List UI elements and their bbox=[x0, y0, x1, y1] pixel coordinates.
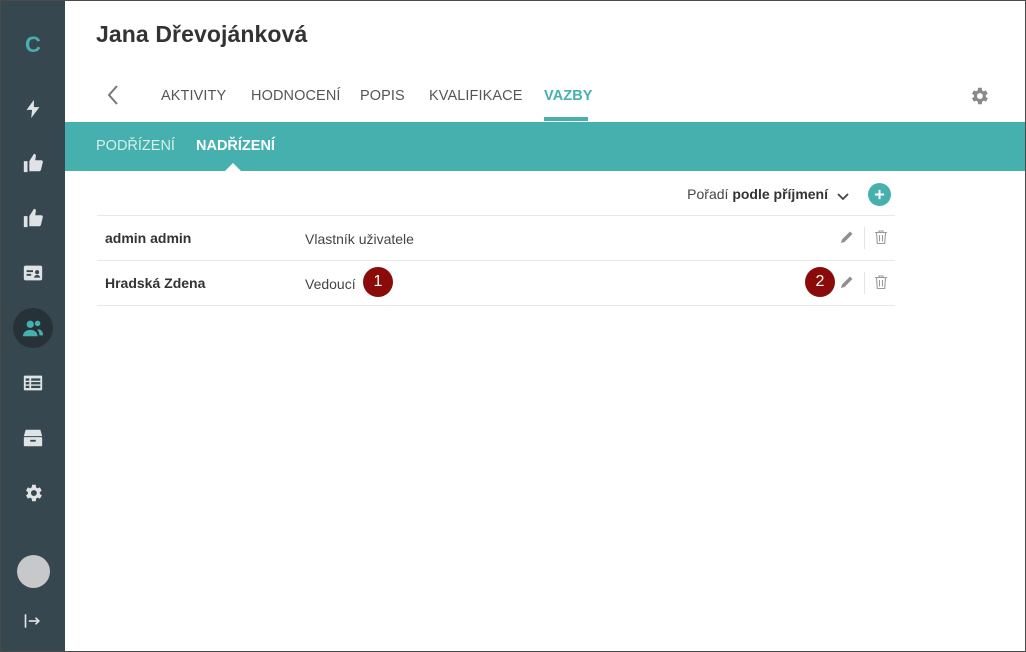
table-row: admin admin Vlastník uživatele bbox=[97, 215, 895, 260]
tab-bar: AKTIVITY HODNOCENÍ POPIS KVALIFIKACE VAZ… bbox=[65, 79, 1025, 121]
main-content: Jana Dřevojánková AKTIVITY HODNOCENÍ POP… bbox=[65, 1, 1025, 651]
app-logo[interactable]: C bbox=[1, 31, 65, 59]
row-name: Hradská Zdena bbox=[105, 275, 206, 291]
sort-value: podle příjmení bbox=[732, 186, 828, 202]
subtab-podrizeni[interactable]: PODŘÍZENÍ bbox=[96, 138, 175, 154]
pencil-icon[interactable] bbox=[839, 274, 855, 290]
chevron-down-icon[interactable] bbox=[837, 189, 849, 201]
trash-icon[interactable] bbox=[874, 229, 888, 245]
active-tab-indicator bbox=[544, 117, 588, 121]
table-row: Hradská Zdena Vedoucí 1 2 bbox=[97, 260, 895, 306]
relations-table: admin admin Vlastník uživatele Hradská Z… bbox=[97, 215, 895, 306]
subtab-bar: PODŘÍZENÍ NADŘÍZENÍ bbox=[65, 122, 1025, 171]
app-window: C Jana Dřevojánková AKTIVITY HODNOCENÍ P… bbox=[0, 0, 1026, 652]
thumbs-up-icon[interactable] bbox=[13, 198, 53, 238]
row-name: admin admin bbox=[105, 230, 192, 246]
pencil-icon[interactable] bbox=[839, 229, 855, 245]
gear-icon[interactable] bbox=[968, 85, 990, 107]
tab-hodnoceni[interactable]: HODNOCENÍ bbox=[251, 88, 341, 104]
gear-icon[interactable] bbox=[13, 473, 53, 513]
tab-aktivity[interactable]: AKTIVITY bbox=[161, 88, 226, 104]
page-title: Jana Dřevojánková bbox=[96, 21, 308, 47]
row-role: Vlastník uživatele bbox=[305, 231, 414, 247]
annotation-marker-1: 1 bbox=[363, 267, 393, 297]
tab-vazby[interactable]: VAZBY bbox=[544, 88, 593, 104]
divider bbox=[864, 272, 865, 294]
row-role: Vedoucí bbox=[305, 276, 356, 292]
annotation-marker-2: 2 bbox=[805, 267, 835, 297]
tab-kvalifikace[interactable]: KVALIFIKACE bbox=[429, 88, 523, 104]
add-button[interactable] bbox=[868, 183, 891, 206]
plus-icon bbox=[874, 189, 885, 200]
trash-icon[interactable] bbox=[874, 274, 888, 290]
sidebar: C bbox=[1, 1, 65, 651]
id-card-icon[interactable] bbox=[13, 253, 53, 293]
avatar[interactable] bbox=[17, 555, 50, 588]
active-subtab-caret bbox=[225, 163, 241, 171]
subtab-nadrizeni[interactable]: NADŘÍZENÍ bbox=[196, 138, 275, 154]
people-icon[interactable] bbox=[13, 308, 53, 348]
table-icon[interactable] bbox=[13, 363, 53, 403]
lightning-icon[interactable] bbox=[13, 89, 53, 129]
logout-icon[interactable] bbox=[19, 609, 47, 633]
divider bbox=[864, 227, 865, 249]
sort-prefix: Pořadí bbox=[687, 186, 729, 202]
sort-dropdown[interactable]: Pořadí podle příjmení bbox=[687, 186, 828, 202]
thumbs-up-icon[interactable] bbox=[13, 143, 53, 183]
back-icon[interactable] bbox=[103, 83, 123, 107]
archive-icon[interactable] bbox=[13, 418, 53, 458]
tab-popis[interactable]: POPIS bbox=[360, 88, 405, 104]
sort-bar: Pořadí podle příjmení bbox=[65, 183, 895, 207]
